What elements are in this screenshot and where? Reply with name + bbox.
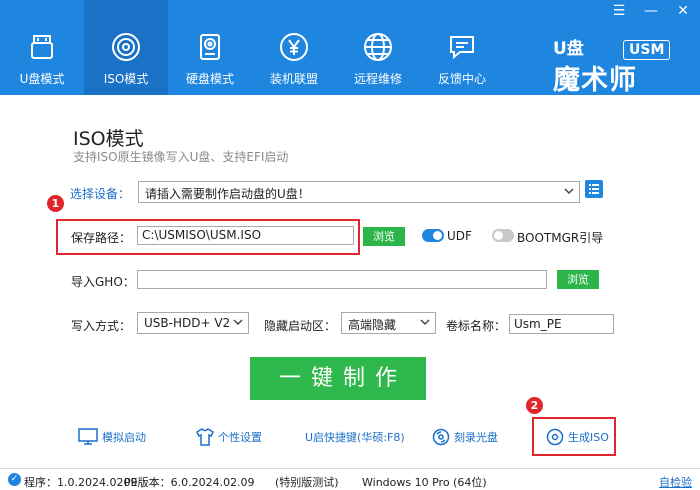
monitor-icon <box>78 428 98 445</box>
menu-icon[interactable]: ☰ <box>610 4 628 18</box>
verified-icon: ✓ <box>8 473 21 486</box>
step-badge-1: 1 <box>47 195 64 212</box>
device-select[interactable]: 请插入需要制作启动盘的U盘！ <box>138 181 580 203</box>
udf-toggle[interactable] <box>422 229 444 242</box>
nav-remote-repair[interactable]: 远程维修 <box>336 0 420 95</box>
status-bar: ✓ 程序：1.0.2024.0209 PE版本：6.0.2024.02.09 (… <box>0 468 700 490</box>
hard-disk-icon <box>193 30 227 64</box>
chevron-down-icon <box>233 319 243 326</box>
tool-label: 个性设置 <box>218 431 262 444</box>
gho-browse-button[interactable]: 浏览 <box>557 270 599 289</box>
nav-usb-mode[interactable]: U盘模式 <box>0 0 84 95</box>
usm-logo: U盘 USM 魔术师 <box>553 36 690 96</box>
edition-text: (特别版测试) <box>275 476 339 489</box>
disc-icon <box>109 30 143 64</box>
usb-drive-icon <box>25 30 59 64</box>
nav-label: 远程维修 <box>353 72 402 86</box>
tool-label: 模拟启动 <box>102 431 146 444</box>
burn-disc-icon <box>432 428 450 446</box>
tshirt-icon <box>196 428 214 446</box>
tool-label: 刻录光盘 <box>454 431 498 444</box>
page-title: ISO模式 <box>73 128 144 150</box>
nav-label: 装机联盟 <box>269 72 318 86</box>
write-mode-value: USB-HDD+ V2 <box>144 316 231 330</box>
program-version: 程序：1.0.2024.0209 <box>24 476 138 489</box>
step-badge-2: 2 <box>526 397 543 414</box>
save-path-input[interactable]: C:\USMISO\USM.ISO <box>137 226 354 245</box>
bootmgr-label: BOOTMGR引导 <box>517 231 604 245</box>
device-list-button[interactable] <box>585 180 603 198</box>
simulate-boot-tool[interactable]: 模拟启动 <box>78 426 146 448</box>
hidden-part-label: 隐藏启动区： <box>264 319 337 333</box>
logo-u-text: U盘 <box>553 39 584 59</box>
pe-version: PE版本：6.0.2024.02.09 <box>124 476 255 489</box>
nav-label: 硬盘模式 <box>185 72 234 86</box>
save-path-label: 保存路径： <box>71 231 132 245</box>
nav-label: 反馈中心 <box>437 72 486 86</box>
chevron-down-icon <box>420 319 430 326</box>
os-text: Windows 10 Pro (64位) <box>362 476 487 489</box>
nav-install-alliance[interactable]: 装机联盟 <box>252 0 336 95</box>
bootmgr-toggle[interactable] <box>492 229 514 242</box>
device-label: 选择设备： <box>70 187 131 201</box>
iso-disc-icon <box>546 428 564 446</box>
tool-label: 生成ISO <box>568 431 609 444</box>
toggle-knob <box>494 231 503 240</box>
udf-label: UDF <box>447 229 472 243</box>
minimize-icon[interactable]: — <box>642 4 660 18</box>
device-select-value: 请插入需要制作启动盘的U盘！ <box>145 187 310 201</box>
yen-coin-icon <box>277 30 311 64</box>
volume-label: 卷标名称： <box>446 319 507 333</box>
save-path-browse-button[interactable]: 浏览 <box>363 227 405 246</box>
make-button[interactable]: 一键制作 <box>250 357 426 400</box>
gho-input[interactable] <box>137 270 547 289</box>
nav-iso-mode[interactable]: ISO模式 <box>84 0 168 95</box>
volume-input[interactable]: Usm_PE <box>509 314 614 334</box>
nav-label: ISO模式 <box>103 72 149 86</box>
window-controls: ☰ — ✕ <box>610 4 692 18</box>
self-check-link[interactable]: 自检验 <box>659 474 692 490</box>
write-mode-select[interactable]: USB-HDD+ V2 <box>137 312 249 334</box>
globe-icon <box>361 30 395 64</box>
close-icon[interactable]: ✕ <box>674 4 692 18</box>
gho-label: 导入GHO： <box>71 275 135 289</box>
nav-label: U盘模式 <box>19 72 65 86</box>
hidden-part-value: 高端隐藏 <box>348 318 397 332</box>
boot-hotkey-tool[interactable]: U启快捷键(华硕:F8) <box>305 426 405 448</box>
app-header: U盘模式 ISO模式 硬盘模式 装机联盟 远程维修 反馈中心 ☰ — ✕ U盘 … <box>0 0 700 96</box>
write-mode-label: 写入方式： <box>71 319 132 333</box>
personal-settings-tool[interactable]: 个性设置 <box>196 426 262 448</box>
burn-disc-tool[interactable]: 刻录光盘 <box>432 426 498 448</box>
main-nav: U盘模式 ISO模式 硬盘模式 装机联盟 远程维修 反馈中心 <box>0 0 504 95</box>
hidden-part-select[interactable]: 高端隐藏 <box>341 312 436 334</box>
logo-cn-text: 魔术师 <box>553 65 637 96</box>
toggle-knob <box>433 231 442 240</box>
nav-hdd-mode[interactable]: 硬盘模式 <box>168 0 252 95</box>
chat-icon <box>445 30 479 64</box>
tool-label: U启快捷键(华硕:F8) <box>305 431 405 444</box>
logo-usm-text: USM <box>623 40 671 60</box>
nav-feedback[interactable]: 反馈中心 <box>420 0 504 95</box>
chevron-down-icon <box>564 188 574 195</box>
list-icon <box>589 184 599 194</box>
page-subtitle: 支持ISO原生镜像写入U盘、支持EFI启动 <box>73 150 289 164</box>
generate-iso-tool[interactable]: 生成ISO <box>546 426 609 448</box>
